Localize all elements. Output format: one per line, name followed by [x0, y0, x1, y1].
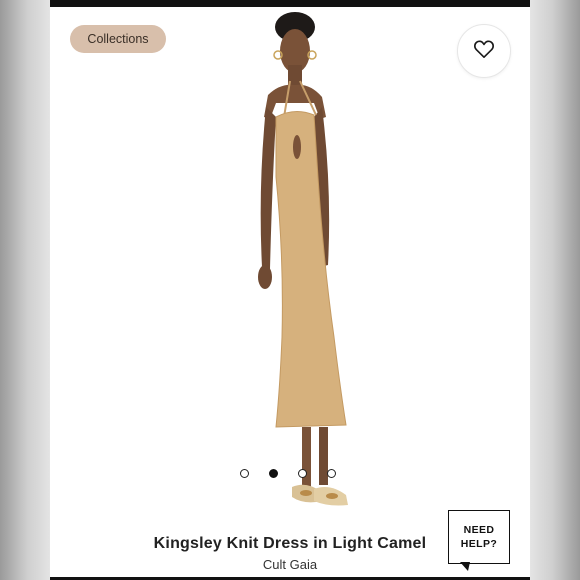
carousel-dot-1[interactable] — [240, 468, 249, 478]
background-left-edge — [0, 0, 50, 580]
need-help-button[interactable]: NEED HELP? — [448, 510, 510, 564]
image-carousel-dots — [240, 467, 340, 479]
help-label-line1: NEED — [463, 524, 495, 536]
background-right-edge — [530, 0, 580, 580]
carousel-dot-2[interactable] — [269, 468, 278, 478]
top-border — [50, 0, 530, 7]
collections-label: Collections — [87, 32, 149, 46]
carousel-dot-4[interactable] — [327, 468, 336, 478]
carousel-dot-3[interactable] — [298, 468, 307, 478]
product-card: Collections Kingsley Knit Dress in Light… — [50, 7, 530, 577]
help-label-line2: HELP? — [460, 538, 498, 550]
favorite-button[interactable] — [457, 24, 511, 78]
heart-outline-icon — [473, 39, 495, 64]
collections-button[interactable]: Collections — [70, 25, 166, 53]
speech-bubble-tail — [460, 562, 470, 571]
product-image[interactable] — [210, 7, 370, 517]
